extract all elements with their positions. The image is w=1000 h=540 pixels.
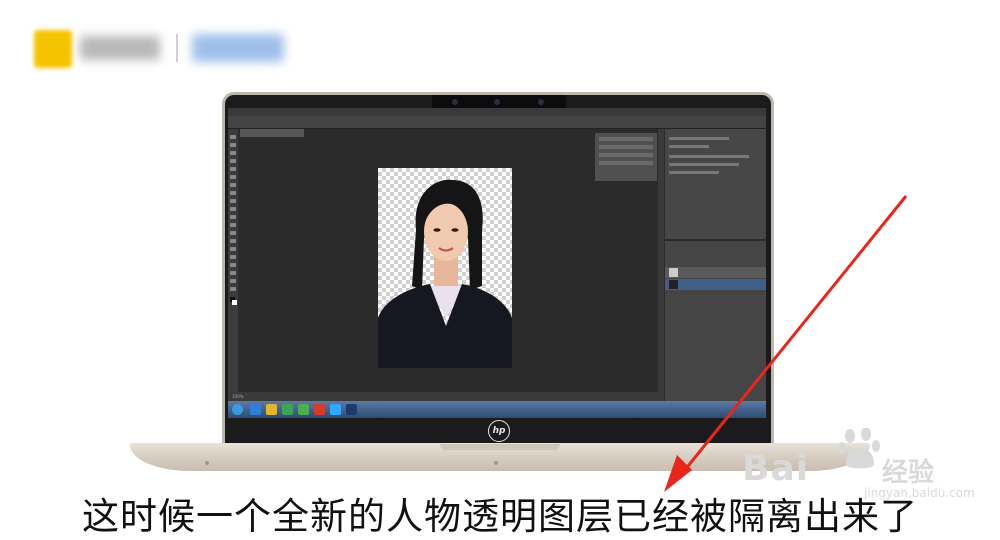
red-arrow-icon [664,195,908,492]
caption-text: 这时候一个全新的人物透明图层已经被隔离出来了 [82,495,918,538]
